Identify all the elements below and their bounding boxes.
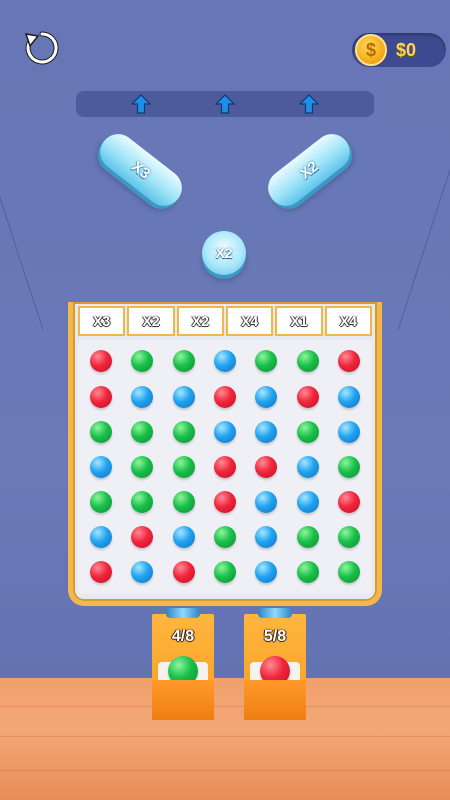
blue-ball [131,561,153,583]
red-ball [214,491,236,513]
restart-icon [24,31,59,65]
blue-ball [255,421,277,443]
blue-ball [297,456,319,478]
green-ball [173,456,195,478]
blue-ball [214,421,236,443]
green-ball [173,491,195,513]
blue-ball [90,526,112,548]
green-ball [131,421,153,443]
green-ball [173,421,195,443]
green-ball [131,491,153,513]
up-arrow-icon [299,94,319,114]
green-ball [338,526,360,548]
blue-ball [173,386,195,408]
center-multiplier-peg: X2 [202,231,246,275]
blue-ball [173,526,195,548]
green-ball [297,350,319,372]
green-ball [131,456,153,478]
multiplier-cell: X1 [275,306,323,336]
collector-cup-2[interactable]: 5/8 [244,608,306,720]
green-ball [297,526,319,548]
green-ball [131,350,153,372]
red-ball [90,561,112,583]
green-ball [173,350,195,372]
up-arrow-icon [131,94,151,114]
cup-count: 5/8 [263,628,287,645]
green-ball [297,561,319,583]
red-ball [214,456,236,478]
blue-ball [255,386,277,408]
blue-ball [255,491,277,513]
blue-ball [131,386,153,408]
green-ball [338,456,360,478]
collector-cup-1[interactable]: 4/8 [152,608,214,720]
multiplier-cell: X4 [324,306,372,336]
up-arrow-icon [215,94,235,114]
red-ball [338,350,360,372]
red-ball [131,526,153,548]
red-ball [214,386,236,408]
restart-button[interactable] [20,26,64,70]
blue-ball [297,491,319,513]
blue-ball [255,561,277,583]
multiplier-cell: X3 [78,306,126,336]
red-ball [90,386,112,408]
blue-ball [255,526,277,548]
cup-count: 4/8 [171,628,195,645]
multiplier-row: X3 X2 X2 X4 X1 X4 [78,306,372,336]
red-ball [255,456,277,478]
green-ball [90,421,112,443]
green-ball [338,561,360,583]
blue-ball [338,421,360,443]
blue-ball [214,350,236,372]
money-value: $0 [396,40,417,60]
red-ball [90,350,112,372]
wooden-floor [0,678,450,800]
red-ball [338,491,360,513]
green-ball [214,526,236,548]
blue-ball [90,456,112,478]
green-ball [255,350,277,372]
green-ball [214,561,236,583]
ball-grid [78,340,372,594]
multiplier-cell: X2 [127,306,175,336]
green-ball [90,491,112,513]
blue-ball [338,386,360,408]
red-ball [173,561,195,583]
multiplier-cell: X4 [225,306,274,336]
green-ball [297,421,319,443]
red-ball [297,386,319,408]
multiplier-cell: X2 [176,306,224,336]
coin-icon: $ [355,34,387,66]
